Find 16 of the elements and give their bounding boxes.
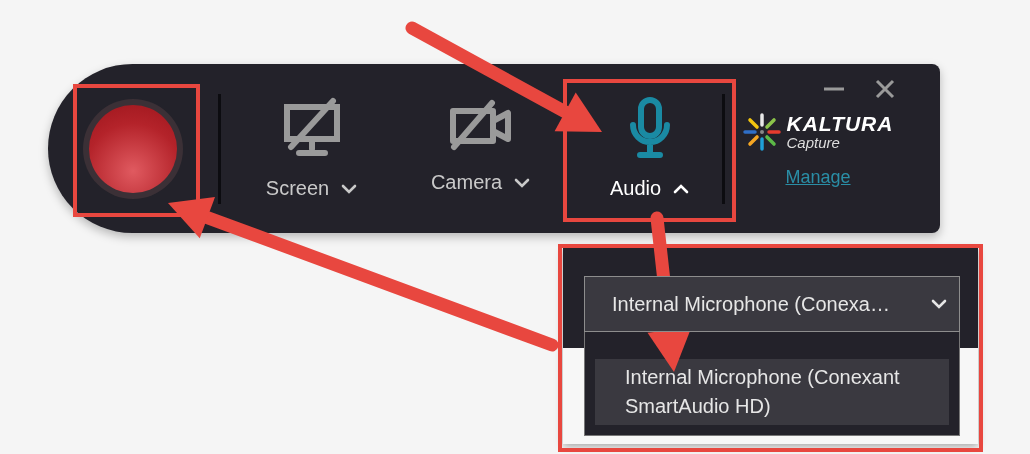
caret-down-icon — [514, 177, 531, 188]
device-option[interactable]: Internal Microphone (Conexant SmartAudio HD) — [595, 359, 949, 425]
close-icon[interactable] — [875, 78, 895, 99]
manage-link[interactable]: Manage — [785, 166, 851, 188]
source-toggle[interactable]: Camera — [408, 97, 553, 200]
product-name: Capture — [786, 134, 841, 151]
logo-icon — [742, 112, 781, 151]
microphone-icon — [627, 97, 672, 159]
device-select[interactable]: Internal Microphone (Conexa… — [584, 276, 960, 332]
caret-down-icon — [341, 183, 358, 194]
source-toggle[interactable]: Screen — [239, 97, 384, 200]
brand-name: KALTURA — [786, 112, 894, 135]
caret-down-icon — [931, 299, 947, 309]
camera-off-icon — [447, 97, 514, 153]
source-toggle[interactable]: Audio — [577, 97, 722, 200]
caret-up-icon — [673, 183, 690, 194]
